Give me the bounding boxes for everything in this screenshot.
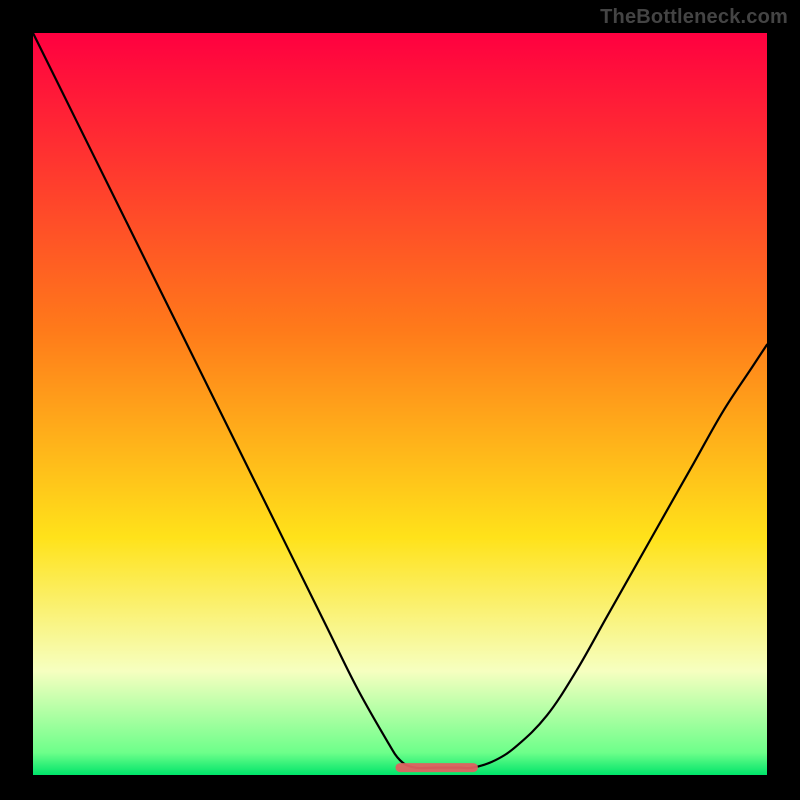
watermark-text: TheBottleneck.com bbox=[600, 6, 788, 29]
gradient-panel bbox=[33, 33, 767, 775]
chart-svg bbox=[0, 0, 800, 800]
chart-container: TheBottleneck.com bbox=[0, 0, 800, 800]
